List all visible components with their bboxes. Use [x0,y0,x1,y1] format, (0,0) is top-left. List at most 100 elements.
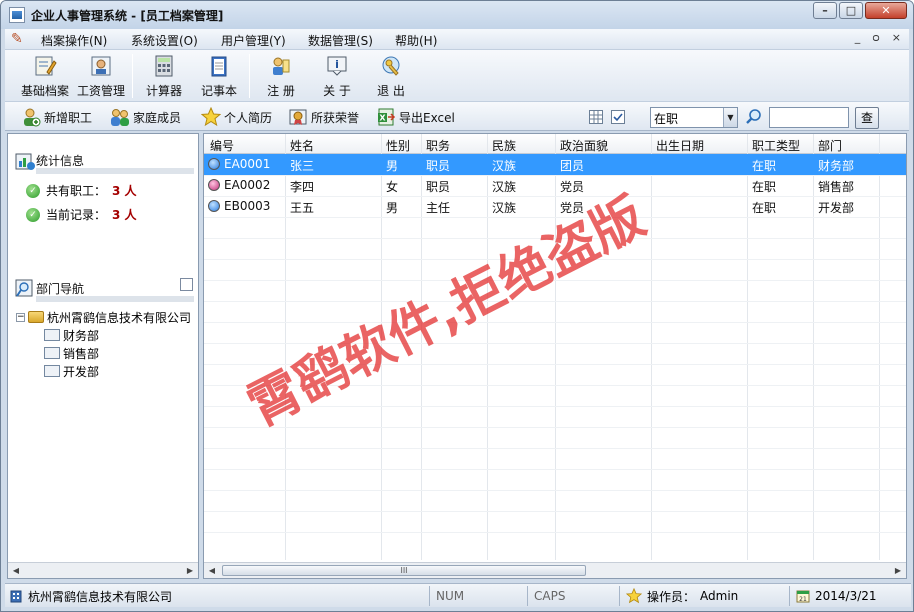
svg-text:X: X [379,114,386,123]
basic-records-button[interactable]: 基础档案 [17,52,73,100]
cell-ethnicity: 汉族 [492,180,517,194]
cell-political: 党员 [560,201,585,215]
menu-archive[interactable]: 档案操作(N) [41,32,107,49]
grid-view-icon[interactable] [589,110,603,124]
col-birthdate[interactable]: 出生日期 [656,137,704,154]
menu-settings[interactable]: 系统设置(O) [131,32,198,49]
family-members-button[interactable]: 家庭成员 [110,107,181,127]
employment-status-select[interactable]: 在职 ▼ [650,107,738,128]
col-political[interactable]: 政治面貌 [560,137,608,154]
status-num-pane: NUM [429,586,527,606]
main-toolbar: 基础档案 工资管理 计算器 记事本 注 册 i 关 于 退 出 [5,49,909,101]
cell-department: 开发部 [818,201,855,215]
menu-help[interactable]: 帮助(H) [395,32,437,49]
cell-name: 李四 [290,180,315,194]
row-divider [204,238,906,239]
grid-horizontal-scrollbar[interactable]: ◀ III ▶ [204,562,906,578]
tree-root-label: 杭州霄鹞信息技术有限公司 [47,310,192,325]
department-icon [44,347,60,359]
secondary-toolbar: 新增职工 家庭成员 个人简历 所获荣誉 X 导出Excel 在职 ▼ 查 [5,101,909,131]
col-position[interactable]: 职务 [426,137,450,154]
search-input[interactable] [769,107,849,128]
dept-nav-title: 部门导航 [36,282,85,296]
col-name[interactable]: 姓名 [290,137,314,154]
status-operator-label: 操作员： [647,589,696,604]
exit-icon [382,56,400,76]
row-divider [204,469,906,470]
tree-dept-sales[interactable]: 销售部 [16,344,191,362]
col-type[interactable]: 职工类型 [752,137,800,154]
table-row[interactable]: EA0001 张三 男 职员 汉族 团员 在职 财务部 [204,154,906,175]
tree-dept-development[interactable]: 开发部 [16,362,191,380]
col-gender[interactable]: 性别 [386,137,410,154]
calculator-button[interactable]: 计算器 [139,52,189,100]
employee-grid: 编号 姓名 性别 职务 民族 政治面貌 出生日期 职工类型 部门 EA0001 … [203,133,907,579]
record-icon [35,56,57,76]
query-button[interactable]: 查 [855,107,879,129]
maximize-icon: □ [845,4,857,17]
honors-button[interactable]: 所获荣誉 [288,107,359,127]
export-excel-button[interactable]: X 导出Excel [376,107,455,127]
left-horizontal-scrollbar[interactable]: ◀ ▶ [8,562,198,578]
excel-icon: X [378,108,396,126]
status-bar: 杭州霄鹞信息技术有限公司 NUM CAPS 操作员： Admin 21 2014… [5,583,911,607]
scroll-left-icon[interactable]: ◀ [8,563,24,578]
chevron-down-icon[interactable]: ▼ [723,108,737,127]
maximize-button[interactable]: □ [839,2,863,19]
check-icon: ✓ [26,183,40,198]
menu-users[interactable]: 用户管理(Y) [221,32,286,49]
tree-root[interactable]: − 杭州霄鹞信息技术有限公司 [16,308,191,326]
cell-position: 职员 [426,159,451,173]
col-ethnicity[interactable]: 民族 [492,137,516,154]
notepad-button[interactable]: 记事本 [195,52,243,100]
add-employee-button[interactable]: 新增职工 [21,107,92,127]
status-num: NUM [436,589,465,603]
about-button[interactable]: i 关 于 [315,52,359,100]
minimize-icon: – [822,4,828,17]
tree-dept-finance[interactable]: 财务部 [16,326,191,344]
salary-label: 工资管理 [76,84,125,98]
minimize-button[interactable]: – [813,2,837,19]
toolbar-separator [132,54,133,98]
collapse-icon[interactable]: − [16,312,25,322]
statistics-icon [15,153,35,170]
table-row[interactable]: EB0003 王五 男 主任 汉族 党员 在职 开发部 [204,196,906,217]
status-date: 2014/3/21 [815,589,877,603]
cell-ethnicity: 汉族 [492,201,517,215]
calendar-icon: 21 [796,590,810,603]
scroll-left-icon[interactable]: ◀ [204,563,220,578]
exit-label: 退 出 [377,84,405,98]
cell-name: 张三 [290,159,315,173]
table-row[interactable]: EA0002 李四 女 职员 汉族 党员 在职 销售部 [204,175,906,196]
salary-button[interactable]: 工资管理 [73,52,129,100]
company-icon [28,311,44,323]
col-id[interactable]: 编号 [210,137,234,154]
scroll-right-icon[interactable]: ▶ [890,563,906,578]
cell-id: EB0003 [224,199,271,213]
check-icon: ✓ [26,207,40,222]
scroll-right-icon[interactable]: ▶ [182,563,198,578]
close-icon: ✕ [881,4,891,17]
mdi-minimize-button[interactable]: _ [855,31,861,44]
checkbox-icon[interactable] [611,110,625,124]
mdi-restore-button[interactable]: ᴑ [872,31,880,44]
col-department[interactable]: 部门 [818,137,842,154]
calculator-label: 计算器 [145,84,182,98]
search-icon[interactable] [745,108,763,126]
mdi-close-button[interactable]: × [892,31,901,44]
record-status-icon [208,179,220,191]
stats-title-bar [36,168,194,174]
dept-nav-checkbox[interactable] [180,278,193,291]
menu-data[interactable]: 数据管理(S) [308,32,373,49]
scrollbar-thumb[interactable]: III [222,565,586,576]
total-employees-value: 3 人 [112,184,137,198]
window-controls: – □ ✕ [813,2,907,19]
register-button[interactable]: 注 册 [259,52,303,100]
star-icon [201,107,221,127]
current-records-value: 3 人 [112,208,137,222]
notepad-label: 记事本 [200,84,237,98]
close-button[interactable]: ✕ [865,2,907,19]
resume-button[interactable]: 个人简历 [201,107,272,127]
salary-icon [91,56,111,76]
exit-button[interactable]: 退 出 [369,52,413,100]
